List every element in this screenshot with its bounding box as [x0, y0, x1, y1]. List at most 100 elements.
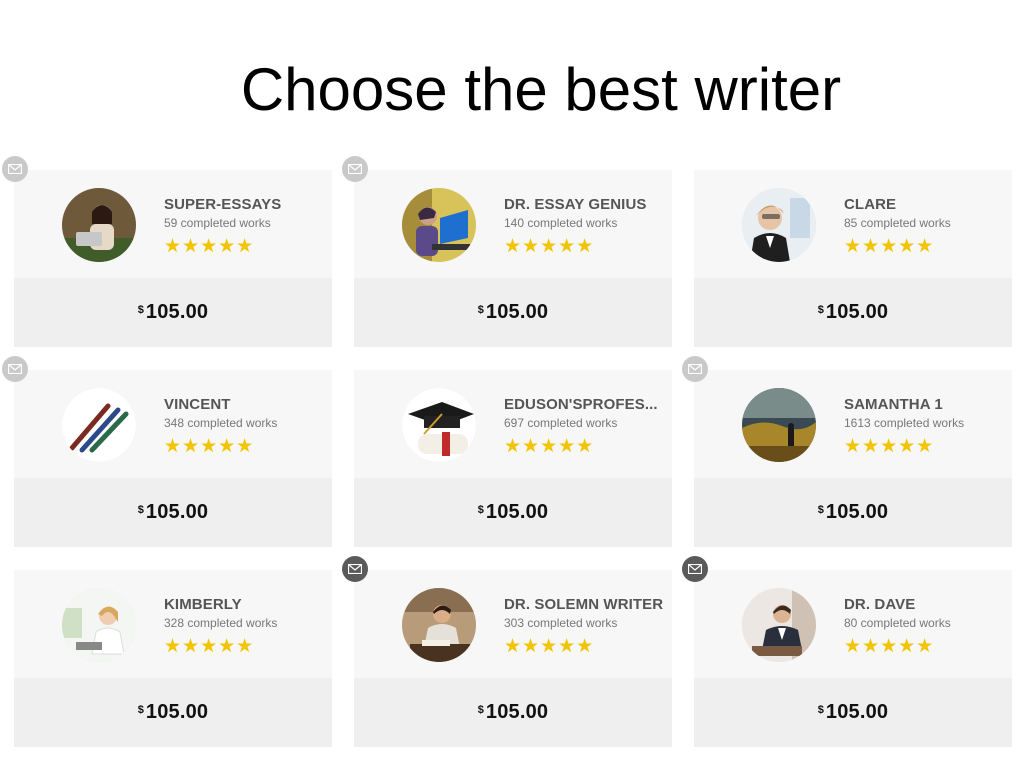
- writer-card-header: SUPER-ESSAYS 59 completed works ★★★★★ ★★★…: [14, 170, 332, 278]
- writer-price-bar[interactable]: $105.00: [354, 478, 672, 547]
- writer-price: $105.00: [478, 701, 549, 724]
- writer-completed-works: 348 completed works: [164, 416, 278, 430]
- writer-avatar[interactable]: [402, 188, 476, 262]
- writer-info: EDUSON'SPROFES... 697 completed works ★★…: [504, 396, 669, 456]
- price-amount: 105.00: [145, 701, 209, 723]
- writer-name[interactable]: CLARE: [844, 196, 1009, 213]
- writer-rating: ★★★★★ ★★★★★: [164, 435, 255, 457]
- writer-rating: ★★★★★ ★★★★★: [504, 635, 595, 657]
- writer-card-header: KIMBERLY 328 completed works ★★★★★ ★★★★★: [14, 570, 332, 678]
- writer-card[interactable]: KIMBERLY 328 completed works ★★★★★ ★★★★★ …: [14, 570, 332, 747]
- writer-info: SUPER-ESSAYS 59 completed works ★★★★★ ★★★…: [164, 196, 329, 256]
- writer-completed-works: 140 completed works: [504, 216, 618, 230]
- writer-name[interactable]: DR. SOLEMN WRITER: [504, 596, 669, 613]
- price-amount: 105.00: [825, 301, 889, 323]
- price-amount: 105.00: [825, 701, 889, 723]
- writer-completed-works: 80 completed works: [844, 616, 951, 630]
- writer-rating: ★★★★★ ★★★★★: [164, 635, 255, 657]
- message-icon[interactable]: [2, 156, 28, 182]
- currency-symbol: $: [477, 304, 484, 316]
- writer-card[interactable]: SAMANTHA 1 1613 completed works ★★★★★ ★★★…: [682, 356, 1012, 547]
- writer-avatar[interactable]: [742, 388, 816, 462]
- writer-avatar[interactable]: [402, 388, 476, 462]
- writer-card-header: CLARE 85 completed works ★★★★★ ★★★★★: [694, 170, 1012, 278]
- writer-completed-works: 85 completed works: [844, 216, 951, 230]
- writer-info: VINCENT 348 completed works ★★★★★ ★★★★★: [164, 396, 329, 456]
- writer-avatar[interactable]: [62, 388, 136, 462]
- currency-symbol: $: [477, 704, 484, 716]
- writer-rating: ★★★★★ ★★★★★: [504, 435, 595, 457]
- writer-avatar[interactable]: [62, 588, 136, 662]
- writer-card[interactable]: DR. DAVE 80 completed works ★★★★★ ★★★★★ $…: [682, 556, 1012, 747]
- writer-info: SAMANTHA 1 1613 completed works ★★★★★ ★★★…: [844, 396, 1009, 456]
- writer-name[interactable]: DR. DAVE: [844, 596, 1009, 613]
- writer-price-bar[interactable]: $105.00: [354, 678, 672, 747]
- writer-card[interactable]: DR. SOLEMN WRITER 303 completed works ★★…: [342, 556, 672, 747]
- price-amount: 105.00: [145, 501, 209, 523]
- writer-price-bar[interactable]: $105.00: [354, 278, 672, 347]
- writer-price: $105.00: [818, 501, 889, 524]
- writer-name[interactable]: KIMBERLY: [164, 596, 329, 613]
- writer-price: $105.00: [138, 301, 209, 324]
- writer-price: $105.00: [818, 701, 889, 724]
- writer-name[interactable]: DR. ESSAY GENIUS: [504, 196, 669, 213]
- writer-price-bar[interactable]: $105.00: [694, 478, 1012, 547]
- writer-name[interactable]: EDUSON'SPROFES...: [504, 396, 669, 413]
- writer-card-header: VINCENT 348 completed works ★★★★★ ★★★★★: [14, 370, 332, 478]
- writer-completed-works: 59 completed works: [164, 216, 271, 230]
- price-amount: 105.00: [485, 501, 549, 523]
- writer-avatar[interactable]: [742, 188, 816, 262]
- writer-completed-works: 303 completed works: [504, 616, 618, 630]
- message-icon[interactable]: [682, 356, 708, 382]
- writer-completed-works: 328 completed works: [164, 616, 278, 630]
- writer-card-header: SAMANTHA 1 1613 completed works ★★★★★ ★★★…: [694, 370, 1012, 478]
- currency-symbol: $: [817, 304, 824, 316]
- writer-name[interactable]: SUPER-ESSAYS: [164, 196, 329, 213]
- price-amount: 105.00: [825, 501, 889, 523]
- currency-symbol: $: [817, 704, 824, 716]
- writer-price-bar[interactable]: $105.00: [694, 278, 1012, 347]
- writer-card[interactable]: EDUSON'SPROFES... 697 completed works ★★…: [354, 370, 672, 547]
- price-amount: 105.00: [145, 301, 209, 323]
- writer-price: $105.00: [818, 301, 889, 324]
- writer-card-header: DR. DAVE 80 completed works ★★★★★ ★★★★★: [694, 570, 1012, 678]
- writer-price-bar[interactable]: $105.00: [14, 478, 332, 547]
- writer-avatar[interactable]: [742, 588, 816, 662]
- writer-avatar[interactable]: [62, 188, 136, 262]
- writer-completed-works: 1613 completed works: [844, 416, 965, 430]
- message-icon[interactable]: [2, 356, 28, 382]
- writer-rating: ★★★★★ ★★★★★: [844, 635, 935, 657]
- writer-price: $105.00: [478, 301, 549, 324]
- writer-rating: ★★★★★ ★★★★★: [844, 435, 935, 457]
- writer-price-bar[interactable]: $105.00: [694, 678, 1012, 747]
- writer-rating: ★★★★★ ★★★★★: [504, 235, 595, 257]
- writer-grid: SUPER-ESSAYS 59 completed works ★★★★★ ★★★…: [2, 156, 1012, 747]
- price-amount: 105.00: [485, 301, 549, 323]
- message-icon[interactable]: [342, 156, 368, 182]
- writer-card[interactable]: VINCENT 348 completed works ★★★★★ ★★★★★ $…: [2, 356, 332, 547]
- writer-price-bar[interactable]: $105.00: [14, 678, 332, 747]
- message-icon[interactable]: [342, 556, 368, 582]
- writer-info: DR. DAVE 80 completed works ★★★★★ ★★★★★: [844, 596, 1009, 656]
- writer-avatar[interactable]: [402, 588, 476, 662]
- page-title: Choose the best writer: [240, 56, 842, 123]
- writer-card-header: DR. SOLEMN WRITER 303 completed works ★★…: [354, 570, 672, 678]
- writer-info: KIMBERLY 328 completed works ★★★★★ ★★★★★: [164, 596, 329, 656]
- writer-rating: ★★★★★ ★★★★★: [844, 235, 935, 257]
- currency-symbol: $: [137, 704, 144, 716]
- writer-card-header: DR. ESSAY GENIUS 140 completed works ★★★…: [354, 170, 672, 278]
- writer-price: $105.00: [138, 501, 209, 524]
- writer-card-header: EDUSON'SPROFES... 697 completed works ★★…: [354, 370, 672, 478]
- writer-info: CLARE 85 completed works ★★★★★ ★★★★★: [844, 196, 1009, 256]
- currency-symbol: $: [817, 504, 824, 516]
- message-icon[interactable]: [682, 556, 708, 582]
- writer-name[interactable]: VINCENT: [164, 396, 329, 413]
- writer-price-bar[interactable]: $105.00: [14, 278, 332, 347]
- price-amount: 105.00: [485, 701, 549, 723]
- writer-rating: ★★★★★ ★★★★★: [164, 235, 255, 257]
- writer-card[interactable]: CLARE 85 completed works ★★★★★ ★★★★★ $105…: [694, 170, 1012, 347]
- writer-card[interactable]: DR. ESSAY GENIUS 140 completed works ★★★…: [342, 156, 672, 347]
- writer-name[interactable]: SAMANTHA 1: [844, 396, 1009, 413]
- writer-card[interactable]: SUPER-ESSAYS 59 completed works ★★★★★ ★★★…: [2, 156, 332, 347]
- writer-completed-works: 697 completed works: [504, 416, 618, 430]
